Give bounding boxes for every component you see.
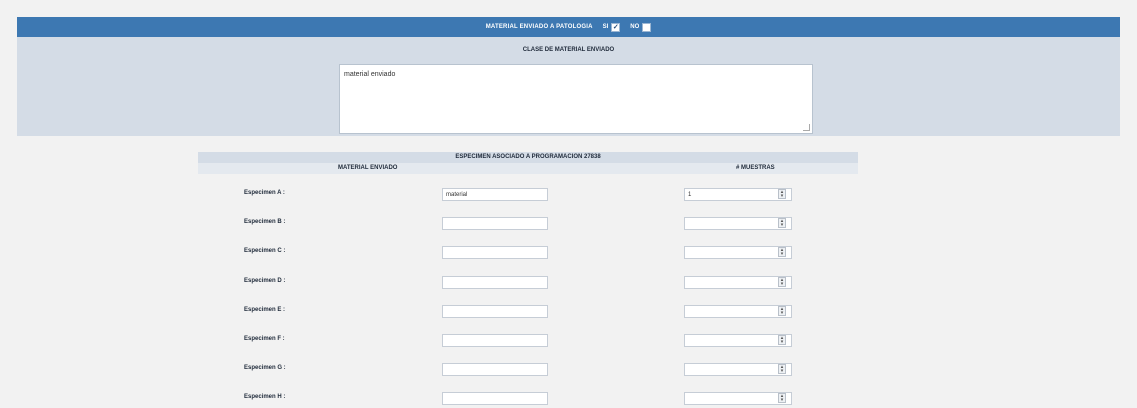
especimen-label: Especimen E :	[244, 306, 286, 313]
especimen-label: Especimen B :	[244, 219, 286, 226]
especimen-row: Especimen B : ▴ ▾	[198, 217, 858, 231]
material-input[interactable]: material	[442, 188, 548, 201]
clase-material-textarea[interactable]: material enviado	[339, 64, 813, 134]
especimen-row: Especimen G : ▴ ▾	[198, 363, 858, 377]
spinner-icon[interactable]: ▴ ▾	[778, 364, 786, 375]
clase-material-title: CLASE DE MATERIAL ENVIADO	[522, 47, 615, 53]
especimen-label: Especimen F :	[244, 336, 285, 342]
especimen-label: Especimen G :	[244, 365, 286, 372]
spinner-icon[interactable]: ▴ ▾	[778, 189, 786, 199]
spinner-icon[interactable]: ▴ ▾	[778, 335, 786, 345]
muestras-input[interactable]	[684, 363, 792, 377]
especimen-row: Especimen A : material 1 ▴ ▾	[198, 188, 858, 202]
especimen-row: Especimen C : ▴ ▾	[198, 246, 858, 260]
especimen-label: Especimen C :	[244, 248, 286, 255]
column-muestras: # MUESTRAS	[736, 165, 775, 171]
header-title: MATERIAL ENVIADO A PATOLOGIA	[485, 24, 593, 30]
especimen-section: ESPECIMEN ASOCIADO A PROGRAMACION 27838 …	[198, 152, 858, 408]
especimen-column-headers: MATERIAL ENVIADO # MUESTRAS	[198, 163, 858, 174]
material-input[interactable]	[442, 334, 548, 347]
especimen-title: ESPECIMEN ASOCIADO A PROGRAMACION 27838	[198, 152, 858, 163]
clase-material-value: material enviado	[344, 71, 396, 78]
option-no[interactable]: NO	[630, 22, 652, 32]
material-enviado-header: MATERIAL ENVIADO A PATOLOGIA SI ✓ NO	[17, 17, 1120, 37]
muestras-input[interactable]	[684, 275, 792, 289]
especimen-row: Especimen H : ▴ ▾	[198, 392, 858, 406]
material-input[interactable]	[442, 392, 548, 406]
material-input[interactable]	[442, 363, 548, 377]
option-no-label: NO	[630, 24, 640, 30]
especimen-label: Especimen A :	[244, 190, 285, 196]
especimen-row: Especimen D : ▴ ▾	[198, 275, 858, 290]
spinner-icon[interactable]: ▴ ▾	[778, 247, 786, 258]
option-no-checkbox[interactable]	[642, 22, 652, 32]
especimen-row: Especimen E : ▴ ▾	[198, 304, 858, 319]
option-si-checkbox[interactable]: ✓	[611, 22, 621, 32]
muestras-input[interactable]	[684, 392, 792, 406]
resize-handle-icon[interactable]	[803, 124, 810, 131]
spinner-icon[interactable]: ▴ ▾	[778, 276, 786, 287]
option-si-label: SI	[602, 24, 609, 30]
muestras-input[interactable]: 1	[684, 188, 792, 201]
muestras-input[interactable]	[684, 246, 792, 260]
material-input[interactable]	[442, 304, 548, 318]
column-material-enviado: MATERIAL ENVIADO	[338, 165, 398, 171]
muestras-input[interactable]	[684, 304, 792, 318]
especimen-label: Especimen D :	[244, 277, 286, 284]
option-si[interactable]: SI ✓	[602, 22, 621, 32]
spinner-icon[interactable]: ▴ ▾	[778, 218, 786, 229]
muestras-input[interactable]	[684, 217, 792, 231]
material-input[interactable]	[442, 217, 548, 231]
clase-material-panel: CLASE DE MATERIAL ENVIADO material envia…	[17, 37, 1120, 136]
muestras-input[interactable]	[684, 334, 792, 347]
material-input[interactable]	[442, 275, 548, 289]
spinner-icon[interactable]: ▴ ▾	[778, 393, 786, 404]
especimen-row: Especimen F : ▴ ▾	[198, 334, 858, 348]
especimen-label: Especimen H :	[244, 394, 286, 401]
spinner-icon[interactable]: ▴ ▾	[778, 305, 786, 316]
material-input[interactable]	[442, 246, 548, 260]
